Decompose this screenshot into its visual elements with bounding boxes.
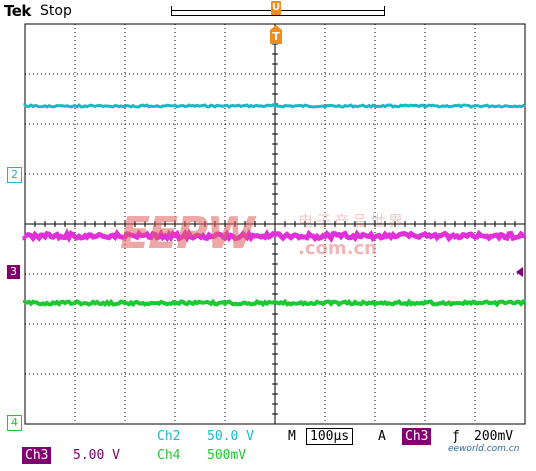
ch2-label[interactable]: Ch2 (157, 428, 180, 445)
ch4-trace (23, 298, 527, 308)
ch3-label[interactable]: Ch3 (22, 447, 52, 464)
watermark-logo: EEPW (120, 208, 255, 259)
trigger-level-value[interactable]: 200mV (474, 428, 513, 445)
ch2-ground-marker[interactable]: 2 (7, 167, 22, 183)
waveform-display (22, 23, 527, 425)
ch2-scale: 50.0 V (207, 429, 254, 444)
ch3-scale: 5.00 V (73, 448, 120, 463)
rising-slope-icon: ƒ (452, 429, 460, 444)
trigger-point-icon[interactable]: T (270, 25, 282, 44)
timebase-label: M (288, 429, 296, 444)
ch4-scale: 500mV (207, 448, 247, 463)
graticule-grid (24, 23, 526, 425)
ch4-label[interactable]: Ch4 (157, 447, 180, 464)
trigger-level-arrow-icon[interactable] (516, 267, 523, 277)
watermark-domain: .com.cn (298, 238, 377, 259)
timebase-value[interactable]: 100µs (306, 428, 354, 445)
source-credit: eeworld.com.cn (448, 444, 520, 454)
watermark: EEPW 电子产品世界 .com.cn (120, 208, 403, 259)
trigger-source[interactable]: Ch3 (402, 428, 432, 445)
ch3-ground-marker[interactable]: 3 (7, 265, 20, 279)
trigger-label: A (378, 429, 386, 444)
watermark-chinese: 电子产品世界 (298, 212, 407, 230)
